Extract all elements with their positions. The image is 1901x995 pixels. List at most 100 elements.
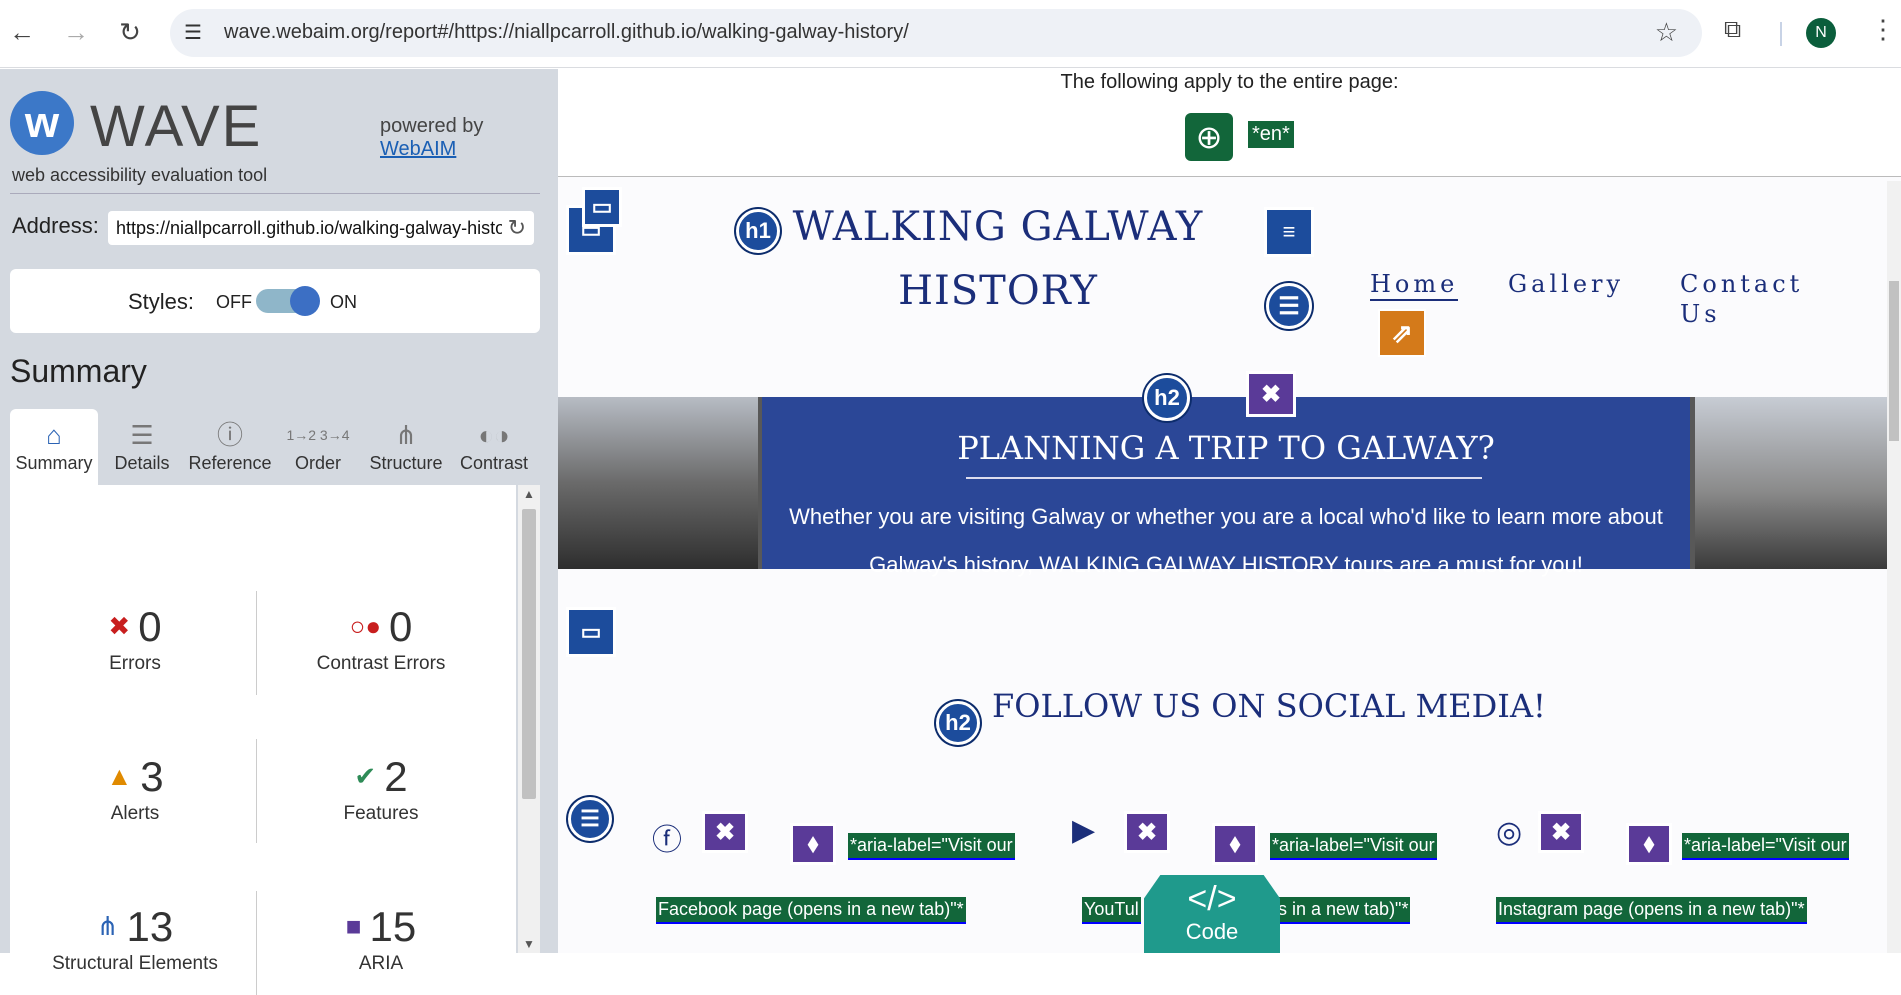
stat-errors[interactable]: ✖ 0 Errors [20,603,250,675]
sidebar-divider [10,193,540,194]
language-tag: *en* [1248,121,1294,148]
code-label: Code [1185,919,1239,944]
page-apply-text: The following apply to the entire page: [1060,71,1399,93]
profile-avatar[interactable]: N [1806,18,1836,48]
aria-hidden-icon[interactable]: ✖ [1124,811,1170,853]
address-bar-url[interactable]: wave.webaim.org/report#/https://niallpca… [224,21,909,44]
tab-summary[interactable]: ⌂ Summary [10,409,98,485]
tab-structure[interactable]: ⋔ Structure [362,409,450,485]
info-icon: ⓘ [216,420,243,450]
contrast-icon: ◐◑ [478,420,510,450]
tab-label: Order [294,453,341,473]
bookmark-star-icon[interactable]: ☆ [1655,17,1678,48]
home-icon: ⌂ [46,420,62,450]
scroll-thumb[interactable] [522,509,536,799]
list-icon[interactable]: ☰ [1266,283,1312,329]
page-scroll-thumb[interactable] [1889,281,1899,441]
webaim-link[interactable]: WebAIM [380,138,483,161]
nav-gallery[interactable]: Gallery [1508,269,1624,299]
nav-home[interactable]: Home [1370,269,1459,301]
summary-heading: Summary [10,353,147,389]
errors-label: Errors [109,653,161,674]
more-menu-icon[interactable]: ⋮ [1870,14,1896,45]
forward-arrow-icon[interactable]: → [58,14,94,50]
stat-features[interactable]: ✔ 2 Features [266,753,496,825]
styles-toggle[interactable] [256,286,320,316]
summary-panel: ✖ 0 Errors ○● 0 Contrast Errors ▲ 3 Alerts … [10,485,516,995]
stat-contrast-errors[interactable]: ○● 0 Contrast Errors [266,603,496,675]
site-info-icon[interactable]: ☰ [184,20,202,45]
structure-stat-icon: ⋔ [96,911,119,941]
toggle-knob[interactable] [290,286,320,316]
youtube-aria-tag: YouTul [1082,897,1141,924]
powered-by: powered by WebAIM [380,115,483,161]
hero-banner: PLANNING A TRIP TO GALWAY? Whether you a… [558,397,1901,577]
extensions-icon[interactable]: ⧉ [1724,16,1741,44]
hero-text: Whether you are visiting Galway or wheth… [789,504,1663,577]
h2-icon[interactable]: h2 [1144,375,1190,421]
stat-alerts[interactable]: ▲ 3 Alerts [20,753,250,825]
h2-icon[interactable]: h2 [936,701,980,745]
tab-label: Summary [15,453,93,473]
address-input-value[interactable]: https://niallpcarroll.github.io/walking-… [116,218,525,238]
contrast-error-icon: ○● [349,611,382,641]
aria-hidden-icon[interactable]: ✖ [1538,811,1584,853]
tab-contrast[interactable]: ◐◑ Contrast [450,409,538,485]
scroll-up-icon[interactable]: ▲ [523,487,535,501]
tab-details[interactable]: ☰ Details [98,409,186,485]
tab-order[interactable]: 1→2 3→4 Order [274,409,362,485]
address-input[interactable]: https://niallpcarroll.github.io/walking-… [108,211,534,245]
aria-label-icon[interactable]: ⬧ [790,823,836,865]
reload-icon[interactable]: ↻ [112,14,148,50]
browser-toolbar: ← → ↻ ☰ wave.webaim.org/report#/https://… [0,0,1901,68]
navigation-region-icon[interactable]: ≡ [1264,207,1314,257]
redundant-link-alert-icon[interactable]: ⇗ [1378,309,1426,357]
wave-sidebar: w WAVE web accessibility evaluation tool… [0,69,558,995]
stat-aria[interactable]: ■ 15 ARIA [266,903,496,975]
page-level-items: The following apply to the entire page: … [558,69,1901,177]
panel-scrollbar[interactable]: ▲ ▼ [518,485,540,953]
instagram-icon[interactable]: ◎ [1496,815,1522,850]
order-icon: 1→2 3→4 [286,427,350,443]
header-region-icon-back[interactable]: ▭ [582,187,622,227]
styles-toggle-box: Styles: OFF ON [10,269,540,333]
stat-divider [256,891,257,995]
globe-icon[interactable]: ⊕ [1185,113,1233,161]
contrast-count: 0 [389,603,413,650]
aria-count: 15 [369,903,417,950]
panel-tabs: ⌂ Summary ☰ Details ⓘ Reference 1→2 3→4 … [10,409,540,485]
wave-logo-icon: w [10,91,74,155]
stat-structural[interactable]: ⋔ 13 Structural Elements [20,903,250,975]
h1-icon[interactable]: h1 [736,209,780,253]
refresh-report-icon[interactable]: ↻ [501,215,526,241]
aria-label-tag: *aria-label="Visit our [848,833,1015,860]
aria-label-icon[interactable]: ⬧ [1626,823,1672,865]
code-toggle-button[interactable]: </> Code [1144,875,1280,953]
hero-text-panel: PLANNING A TRIP TO GALWAY? Whether you a… [762,397,1690,577]
styles-on-label: ON [330,292,357,312]
tab-label: Reference [188,453,272,473]
aria-hidden-icon[interactable]: ✖ [1246,371,1296,417]
list-icon[interactable]: ☰ [568,797,612,841]
aria-label-icon[interactable]: ⬧ [1212,823,1258,865]
wave-logo-word: WAVE [90,94,263,159]
aria-hidden-icon[interactable]: ✖ [702,811,748,853]
tab-label: Details [114,453,170,473]
facebook-icon[interactable]: ⓕ [652,815,682,859]
alerts-label: Alerts [110,803,160,824]
nav-contact[interactable]: Contact Us [1680,269,1840,329]
site-title[interactable]: WALKING GALWAY HISTORY [788,195,1208,323]
back-arrow-icon[interactable]: ← [4,14,40,50]
address-bar[interactable]: ☰ wave.webaim.org/report#/https://niallp… [170,9,1702,57]
hero-left-photo [558,397,758,569]
scroll-down-icon[interactable]: ▼ [523,937,535,951]
youtube-icon[interactable]: ▶ [1072,813,1095,848]
aria-stat-icon: ■ [345,911,362,941]
alert-icon: ▲ [106,761,133,791]
code-icon: </> [1187,880,1237,918]
main-region-icon[interactable]: ▭ [566,607,616,657]
styles-label: Styles: [128,289,195,314]
page-scrollbar[interactable] [1887,181,1901,953]
structure-icon: ⋔ [395,420,417,450]
tab-reference[interactable]: ⓘ Reference [186,409,274,485]
